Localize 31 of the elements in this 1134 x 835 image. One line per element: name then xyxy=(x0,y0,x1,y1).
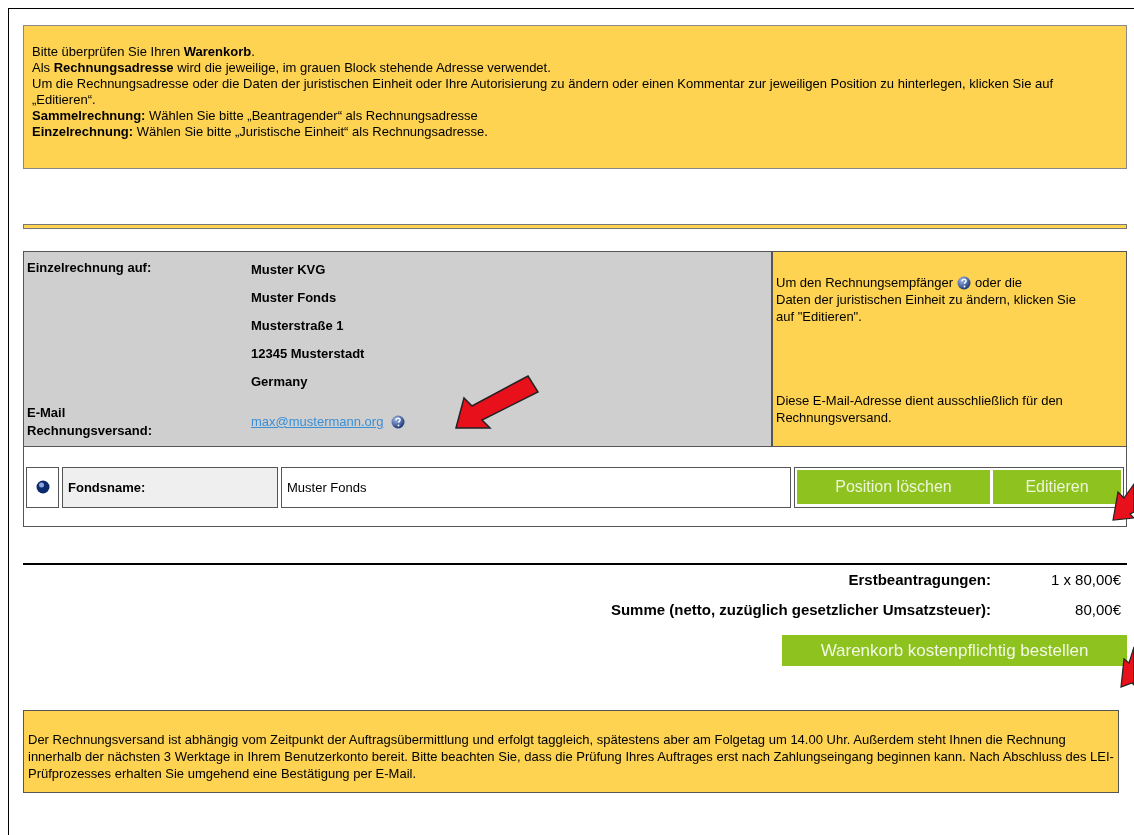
instruction-text: Bitte überprüfen Sie Ihren Warenkorb. xyxy=(32,44,256,60)
edit-button[interactable]: Editieren xyxy=(993,469,1121,504)
instruction-text: Einzelrechnung: Wählen Sie bitte „Juristische Einheit“ als Rechnungsadresse. xyxy=(32,124,489,140)
instruction-text: Sammelrechnung: Wählen Sie bitte „Beantragender“ als Rechnungsadresse xyxy=(32,108,479,124)
notice-text: Der Rechnungsversand ist abhängig vom Zeitpunkt der Auftragsübermittlung und erfolgt taggleich, spätestens aber am Folgetag um 14.00 Uhr. Außerdem steht Ihnen die Rechnung innerhalb der nächsten 3 Werktage in Ihrem Benutzerkonto bereit. Bitte beachten Sie, dass die Prüfung Ihres Auftrages erst nach Zahlungseingang beginnen kann. Nach Abschluss des LEI-Prüfprozesses erhalten Sie umgehend eine Bestätigung per E-Mail. xyxy=(28,731,1114,782)
address-line: Musterstraße 1 xyxy=(251,317,345,335)
address-line: Muster KVG xyxy=(251,261,327,279)
hint-text: oder die xyxy=(975,274,1023,291)
total-value: 80,00€ xyxy=(1074,599,1121,620)
address-line: Germany xyxy=(251,373,309,391)
hint-text: Um den Rechnungsempfänger xyxy=(776,274,954,291)
field-label-cell: Fondsname: xyxy=(62,466,278,508)
arrow-annotation xyxy=(1120,645,1134,689)
delete-position-button[interactable]: Position löschen xyxy=(797,469,990,504)
expand-icon[interactable] xyxy=(35,480,50,495)
help-icon[interactable] xyxy=(957,275,972,290)
address-label: Einzelrechnung auf: xyxy=(27,259,153,277)
total-label: Erstbeantragungen: xyxy=(848,570,991,590)
fund-name-field[interactable]: Muster Fonds xyxy=(281,466,791,508)
email-label: E-Mail Rechnungsversand: xyxy=(27,403,153,440)
email-link[interactable]: max@mustermann.org xyxy=(251,412,384,432)
order-button[interactable]: Warenkorb kostenpflichtig bestellen xyxy=(782,635,1127,666)
address-line: 12345 Musterstadt xyxy=(251,345,366,363)
help-icon[interactable] xyxy=(391,414,406,429)
hint-text: Daten der juristischen Einheit zu ändern, klicken Sie auf "Editieren". xyxy=(776,291,1077,325)
instruction-text: Als Rechnungsadresse wird die jeweilige, im grauen Block stehende Adresse verwendet. xyxy=(32,60,552,76)
address-line: Muster Fonds xyxy=(251,289,338,307)
hint-text: Diese E-Mail-Adresse dient ausschließlich für den Rechnungsversand. xyxy=(776,391,1064,426)
total-value: 1 x 80,00€ xyxy=(1049,570,1121,590)
instruction-text: Um die Rechnungsadresse oder die Daten der juristischen Einheit oder Ihre Autorisierung zu ändern oder einen Kommentar zur jeweiligen Position zu hinterlegen, klicken Sie auf „Editieren“. xyxy=(32,76,1055,108)
total-label: Summe (netto, zuzüglich gesetzlicher Umsatzsteuer): xyxy=(610,599,991,620)
